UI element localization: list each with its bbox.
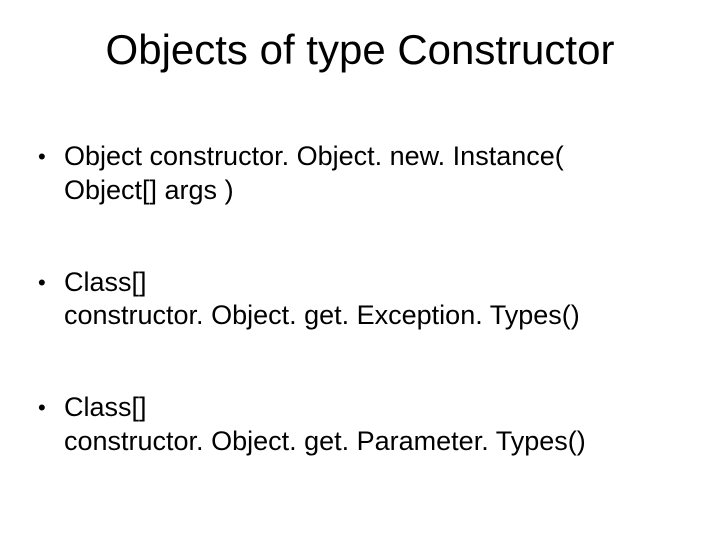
slide-body: • Object constructor. Object. new. Insta… xyxy=(38,140,680,517)
line: constructor. Object. get. Parameter. Typ… xyxy=(64,426,586,456)
bullet-icon: • xyxy=(38,266,64,299)
bullet-icon: • xyxy=(38,391,64,424)
line: Object constructor. Object. new. Instanc… xyxy=(64,141,564,171)
line: Class[] xyxy=(64,392,147,422)
list-item: • Object constructor. Object. new. Insta… xyxy=(38,140,680,208)
bullet-text: Class[] constructor. Object. get. Except… xyxy=(64,266,680,334)
line: constructor. Object. get. Exception. Typ… xyxy=(64,300,580,330)
bullet-icon: • xyxy=(38,140,64,173)
list-item: • Class[] constructor. Object. get. Exce… xyxy=(38,266,680,334)
line: Class[] xyxy=(64,267,147,297)
slide: Objects of type Constructor • Object con… xyxy=(0,0,720,540)
line: Object[] args ) xyxy=(64,175,234,205)
bullet-text: Object constructor. Object. new. Instanc… xyxy=(64,140,680,208)
bullet-text: Class[] constructor. Object. get. Parame… xyxy=(64,391,680,459)
slide-title: Objects of type Constructor xyxy=(0,26,720,74)
list-item: • Class[] constructor. Object. get. Para… xyxy=(38,391,680,459)
